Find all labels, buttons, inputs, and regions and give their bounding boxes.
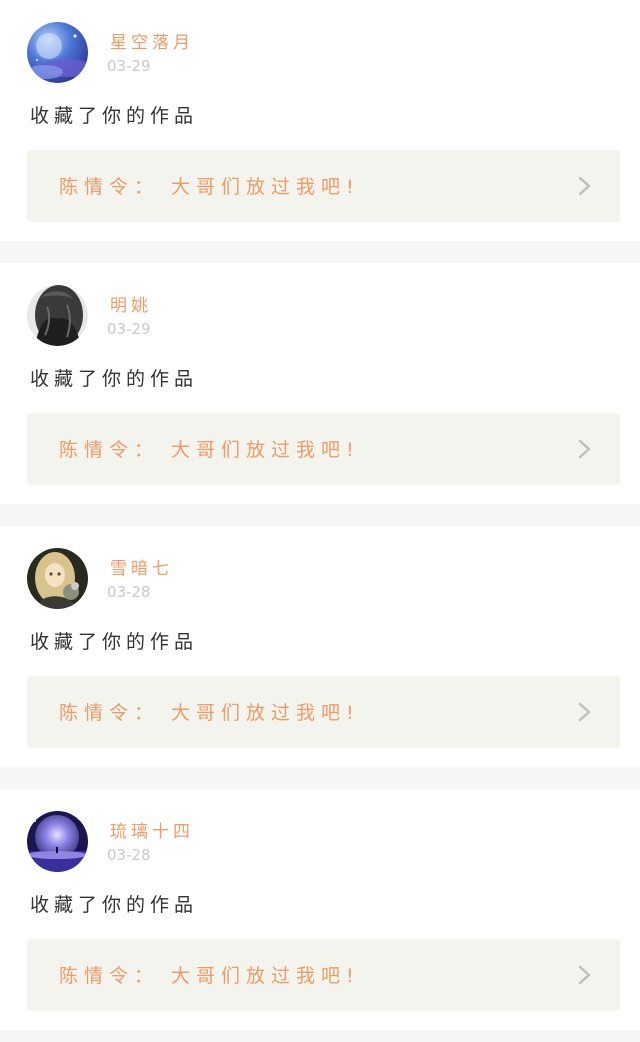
chevron-right-icon (578, 702, 591, 722)
work-title: 陈情令： 大哥们放过我吧! (59, 176, 360, 198)
username[interactable]: 雪暗七 (110, 554, 173, 579)
username[interactable]: 星空落月 (110, 28, 194, 53)
notification-card: 星空落月 03-29 收藏了你的作品 陈情令： 大哥们放过我吧! (0, 0, 640, 241)
night-sky-moon-avatar (27, 22, 88, 83)
avatar[interactable] (27, 548, 88, 609)
timestamp: 03-28 (107, 846, 151, 864)
blonde-doll-avatar (27, 548, 88, 609)
action-text: 收藏了你的作品 (30, 368, 199, 390)
username[interactable]: 明姚 (110, 291, 152, 316)
work-link[interactable]: 陈情令： 大哥们放过我吧! (27, 676, 620, 748)
timestamp: 03-29 (107, 57, 151, 75)
work-link[interactable]: 陈情令： 大哥们放过我吧! (27, 150, 620, 222)
chevron-right-icon (578, 439, 591, 459)
action-text: 收藏了你的作品 (30, 631, 199, 653)
notification-card: 雪暗七 03-28 收藏了你的作品 陈情令： 大哥们放过我吧! (0, 526, 640, 767)
notification-feed: 星空落月 03-29 收藏了你的作品 陈情令： 大哥们放过我吧! 明姚 03-2… (0, 0, 640, 1030)
action-text: 收藏了你的作品 (30, 894, 199, 916)
work-title: 陈情令： 大哥们放过我吧! (59, 439, 360, 461)
notification-card: 明姚 03-29 收藏了你的作品 陈情令： 大哥们放过我吧! (0, 263, 640, 504)
work-link[interactable]: 陈情令： 大哥们放过我吧! (27, 413, 620, 485)
avatar[interactable] (27, 285, 88, 346)
work-link[interactable]: 陈情令： 大哥们放过我吧! (27, 939, 620, 1011)
work-title: 陈情令： 大哥们放过我吧! (59, 965, 360, 987)
dark-hair-girl-avatar (27, 285, 88, 346)
avatar[interactable] (27, 22, 88, 83)
chevron-right-icon (578, 965, 591, 985)
timestamp: 03-28 (107, 583, 151, 601)
work-title: 陈情令： 大哥们放过我吧! (59, 702, 360, 724)
timestamp: 03-29 (107, 320, 151, 338)
purple-planet-avatar (27, 811, 88, 872)
username[interactable]: 琉璃十四 (110, 817, 194, 842)
avatar[interactable] (27, 811, 88, 872)
chevron-right-icon (578, 176, 591, 196)
notification-card: 琉璃十四 03-28 收藏了你的作品 陈情令： 大哥们放过我吧! (0, 789, 640, 1030)
action-text: 收藏了你的作品 (30, 105, 199, 127)
